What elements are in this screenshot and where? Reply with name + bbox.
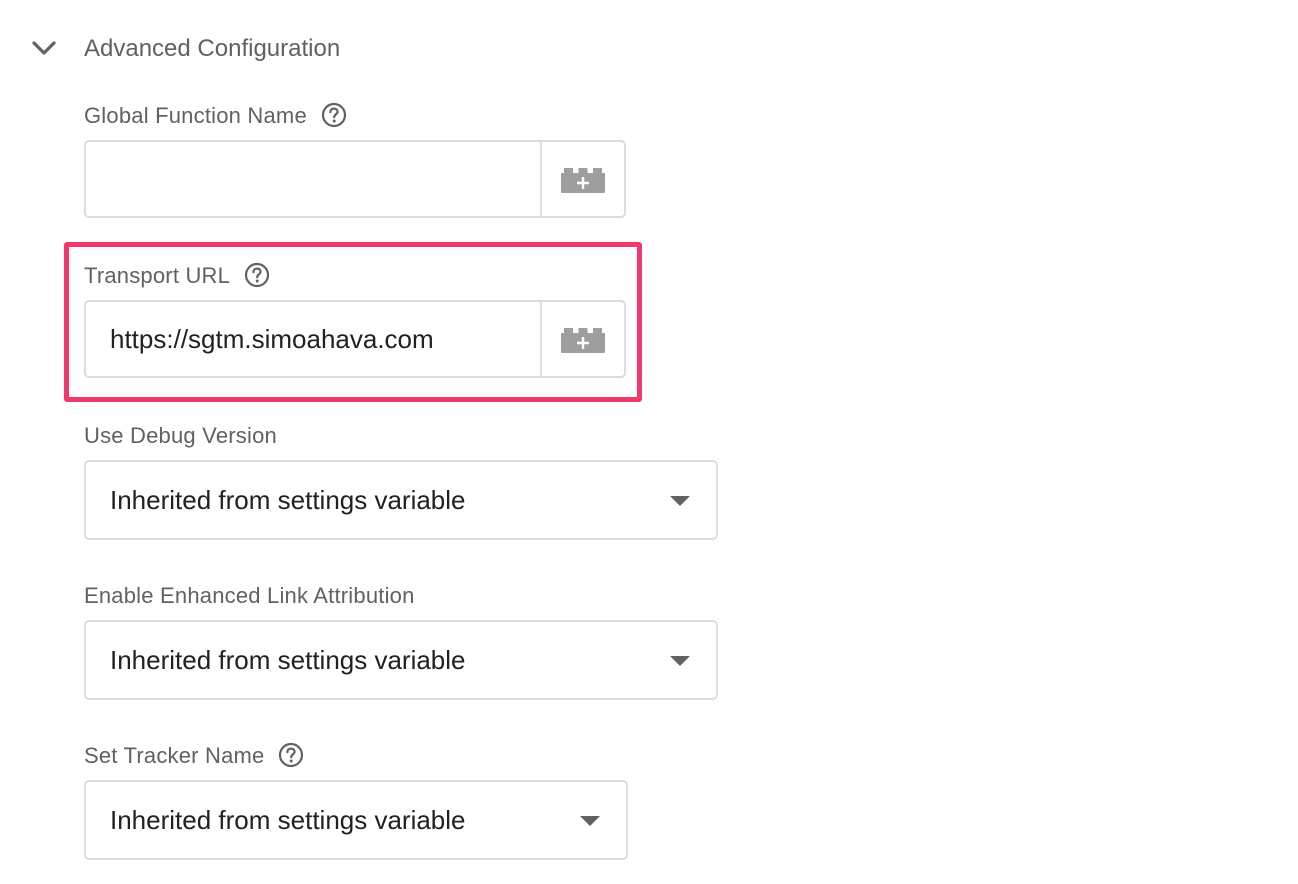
transport-url-label: Transport URL (84, 263, 231, 288)
chevron-down-icon[interactable] (30, 36, 58, 60)
tracker-name-label: Set Tracker Name (84, 743, 265, 768)
transport-url-field (84, 300, 626, 378)
global-function-name-field (84, 140, 626, 218)
enhanced-link-attribution-select[interactable]: Inherited from settings variable (84, 620, 718, 700)
use-debug-version-label: Use Debug Version (84, 423, 277, 448)
section-title[interactable]: Advanced Configuration (84, 32, 340, 66)
tracker-name-label-row: Set Tracker Name (84, 741, 304, 771)
global-function-name-label: Global Function Name (84, 103, 307, 128)
help-icon[interactable] (321, 102, 347, 128)
variable-brick-plus-icon (561, 328, 605, 353)
transport-url-input[interactable] (86, 302, 540, 376)
tracker-name-select[interactable]: Inherited from settings variable (84, 780, 628, 860)
global-function-name-input[interactable] (86, 142, 540, 216)
help-icon[interactable] (244, 262, 270, 288)
use-debug-version-value: Inherited from settings variable (110, 485, 466, 515)
dropdown-arrow-icon (580, 816, 600, 826)
transport-url-label-row: Transport URL (84, 261, 270, 291)
help-icon[interactable] (278, 742, 304, 768)
tracker-name-value: Inherited from settings variable (110, 805, 466, 835)
insert-variable-button[interactable] (540, 302, 624, 376)
variable-brick-plus-icon (561, 168, 605, 193)
enhanced-link-attribution-value: Inherited from settings variable (110, 645, 466, 675)
enhanced-link-attribution-label: Enable Enhanced Link Attribution (84, 583, 415, 608)
dropdown-arrow-icon (670, 496, 690, 506)
insert-variable-button[interactable] (540, 142, 624, 216)
dropdown-arrow-icon (670, 656, 690, 666)
global-function-name-label-row: Global Function Name (84, 101, 347, 131)
use-debug-version-select[interactable]: Inherited from settings variable (84, 460, 718, 540)
